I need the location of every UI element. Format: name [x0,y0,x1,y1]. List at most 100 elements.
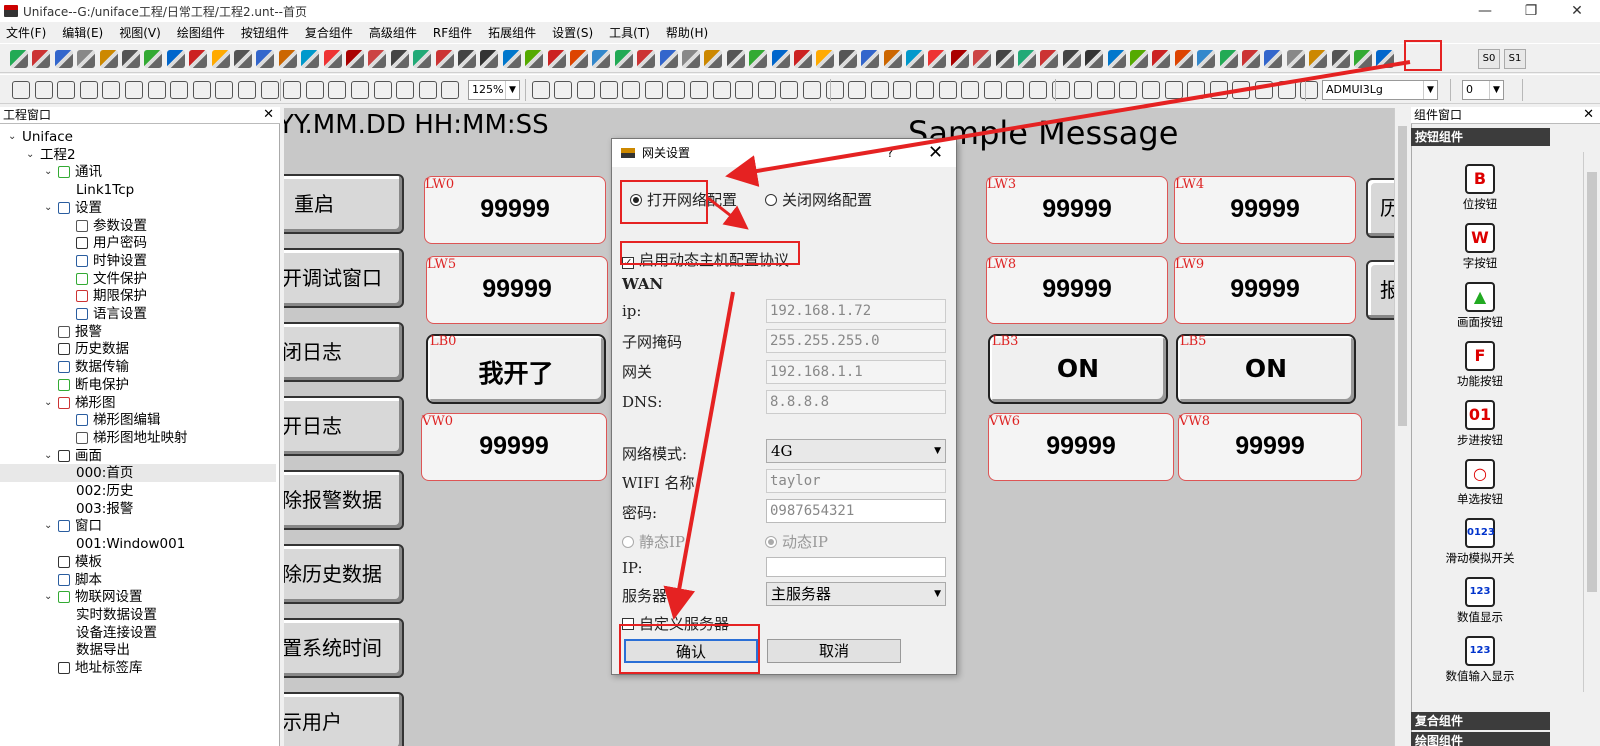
restart-button[interactable]: 重启 [284,174,404,234]
toolbar-tool-icon[interactable] [32,50,51,68]
tree-item[interactable]: 地址标签库 [0,659,143,677]
toolbar-tool-icon[interactable] [1264,50,1283,68]
toolbar-tool-icon[interactable] [189,50,208,68]
toolbar-draw-icon[interactable] [57,81,76,99]
toolbar-tool-icon[interactable] [1242,50,1260,68]
toolbar-tool-icon[interactable] [1197,50,1216,68]
drawing-components-header[interactable]: 绘图组件 [1411,732,1550,746]
component-scrollbar[interactable] [1583,152,1600,692]
menu-view[interactable]: 视图(V) [119,24,161,41]
toolbar-draw-icon[interactable] [531,81,550,99]
history-button[interactable]: 历 [1366,178,1394,238]
toolbar-draw-icon[interactable] [192,81,211,99]
toolbar-tool-icon[interactable] [928,50,947,68]
toolbar-draw-icon[interactable] [215,81,234,99]
toolbar-draw-icon[interactable] [1277,81,1296,99]
tree-item[interactable]: ⌄ 物联网设置 [0,588,143,606]
toolbar-tool-icon[interactable] [1152,50,1171,68]
toolbar-tool-icon[interactable] [995,50,1014,68]
component-item[interactable]: 0123 滑动模拟开关 [1420,518,1540,566]
password-field[interactable]: 0987654321 [766,499,946,523]
tree-item[interactable]: Link1Tcp [0,181,134,199]
tree-item[interactable]: 断电保护 [0,376,129,394]
static-ip-radio[interactable]: 静态IP [622,531,685,552]
toolbar-draw-icon[interactable] [1300,81,1319,99]
toolbar-draw-icon[interactable] [283,81,302,99]
close-network-radio[interactable]: 关闭网络配置 [765,189,872,210]
dynamic-ip-radio[interactable]: 动态IP [765,531,828,552]
menu-settings[interactable]: 设置(S) [552,24,593,41]
component-item[interactable]: W 字按钮 [1420,223,1540,271]
tree-item[interactable]: 语言设置 [0,305,147,323]
tree-item[interactable]: ⌄ 梯形图 [0,394,116,412]
toolbar-draw-icon[interactable] [667,81,686,99]
toolbar-draw-icon[interactable] [34,81,53,99]
toolbar-draw-icon[interactable] [1074,81,1093,99]
toolbar-draw-icon[interactable] [1006,81,1025,99]
close-icon[interactable]: ✕ [1583,107,1594,123]
toolbar-tool-icon[interactable] [1062,50,1081,68]
toolbar-tool-icon[interactable] [838,50,857,68]
toolbar-draw-icon[interactable] [1142,81,1160,99]
menu-buttons[interactable]: 按钮组件 [241,24,289,41]
word-display-vw6[interactable]: VW6 99999 [988,413,1174,481]
toolbar-draw-icon[interactable] [893,81,912,99]
toolbar-tool-icon[interactable] [1040,50,1059,68]
toolbar-draw-icon[interactable] [79,81,98,99]
toolbar-draw-icon[interactable] [260,81,279,99]
component-item[interactable]: 123 数值显示 [1420,577,1540,625]
menu-rf[interactable]: RF组件 [433,24,472,41]
toolbar-draw-icon[interactable] [351,81,369,99]
tree-item[interactable]: 数据导出 [0,641,130,659]
cancel-button[interactable]: 取消 [767,639,901,663]
server-select[interactable]: 主服务器 ▼ [766,582,946,606]
toolbar-tool-icon[interactable] [10,50,28,68]
menu-composite[interactable]: 复合组件 [305,24,353,41]
toolbar-tool-icon[interactable] [458,50,476,68]
menu-file[interactable]: 文件(F) [6,24,46,41]
toolbar-draw-icon[interactable] [1119,81,1138,99]
tree-item[interactable]: 历史数据 [0,340,129,358]
toolbar-tool-icon[interactable] [861,50,880,68]
toolbar-draw-icon[interactable] [961,81,980,99]
toolbar-tool-icon[interactable] [1018,50,1036,68]
component-item[interactable]: 01 步进按钮 [1420,400,1540,448]
menu-help[interactable]: 帮助(H) [666,24,708,41]
clear-alarm-button[interactable]: 清除报警数据 [284,470,404,530]
menu-drawing[interactable]: 绘图组件 [177,24,225,41]
clear-history-button[interactable]: 清除历史数据 [284,544,404,604]
toolbar-draw-icon[interactable] [938,81,957,99]
s1-button[interactable]: S1 [1504,49,1526,69]
toolbar-tool-icon[interactable] [906,50,924,68]
word-display-lw8[interactable]: LW8 99999 [986,256,1168,324]
toolbar-tool-icon[interactable] [726,50,745,68]
toolbar-tool-icon[interactable] [771,50,790,68]
toolbar-tool-icon[interactable] [525,50,544,68]
toolbar-draw-icon[interactable] [848,81,867,99]
tree-item[interactable]: ⌄ 窗口 [0,517,102,535]
toolbar-draw-icon[interactable] [12,81,30,99]
tree-item[interactable]: 报警 [0,323,102,341]
toolbar-tool-icon[interactable] [682,50,700,68]
tree-item[interactable]: 数据传输 [0,358,129,376]
toolbar-tool-icon[interactable] [368,50,387,68]
scrollbar-thumb[interactable] [1398,126,1407,426]
toolbar-tool-icon[interactable] [435,50,454,68]
toolbar-draw-icon[interactable] [577,81,595,99]
open-debug-button[interactable]: 打开调试窗口 [284,248,404,308]
component-item[interactable]: ○ 单选按钮 [1420,459,1540,507]
gateway-field[interactable]: 192.168.1.1 [766,360,946,384]
close-icon[interactable]: ✕ [263,107,274,123]
chevron-down-icon[interactable]: ⌄ [26,146,40,164]
toolbar-draw-icon[interactable] [238,81,256,99]
toolbar-tool-icon[interactable] [950,50,969,68]
toolbar-draw-icon[interactable] [712,81,731,99]
chevron-down-icon[interactable]: ⌄ [44,163,58,181]
bit-display-lb0[interactable]: LB0 我开了 [426,334,606,404]
toolbar-tool-icon[interactable] [122,50,140,68]
chevron-down-icon[interactable]: ⌄ [44,199,58,217]
scrollbar-thumb[interactable] [1587,172,1597,592]
word-display-lw0[interactable]: LW0 99999 [424,176,606,244]
word-display-lw9[interactable]: LW9 99999 [1174,256,1356,324]
close-button[interactable]: ✕ [1554,0,1600,22]
